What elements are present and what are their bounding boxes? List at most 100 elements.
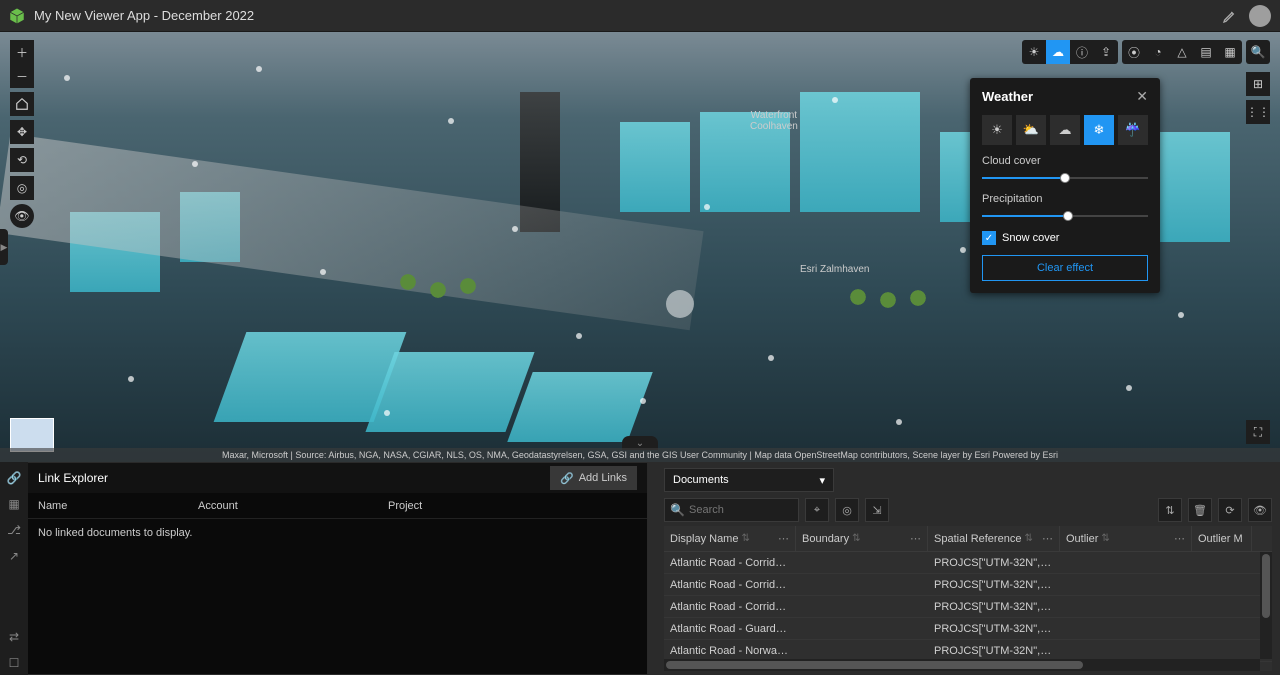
left-expand-handle[interactable]: ▶ bbox=[0, 229, 8, 265]
precipitation-label: Precipitation bbox=[982, 193, 1148, 205]
share-button[interactable]: ⇪ bbox=[1094, 40, 1118, 64]
rail-branch-icon[interactable]: ⎇ bbox=[2, 518, 26, 542]
filter-button[interactable]: ⇅ bbox=[1158, 498, 1182, 522]
col-menu-icon[interactable]: ⋯ bbox=[1042, 532, 1053, 545]
weather-snow-icon[interactable]: ❄ bbox=[1084, 115, 1114, 145]
checkbox-checked-icon: ✓ bbox=[982, 231, 996, 245]
documents-table: Display Name⇅⋯ Boundary⇅⋯ Spatial Refere… bbox=[664, 526, 1272, 671]
basemap-button[interactable]: ▦ bbox=[1218, 40, 1242, 64]
snow-cover-label: Snow cover bbox=[1002, 232, 1059, 244]
minimap[interactable] bbox=[10, 418, 54, 452]
rail-swap-icon[interactable]: ⇄ bbox=[2, 625, 26, 649]
settings-button[interactable]: ⋮⋮ bbox=[1246, 100, 1270, 124]
home-button[interactable] bbox=[10, 92, 34, 116]
search-button[interactable]: 🔍 bbox=[1246, 40, 1270, 64]
cloud-cover-label: Cloud cover bbox=[982, 155, 1148, 167]
top-toolbar: ☀ ☁ ⓘ ⇪ ⦿ ◔ △ ▤ ▦ 🔍 bbox=[1022, 40, 1270, 64]
delete-button[interactable]: 🗑 bbox=[1188, 498, 1212, 522]
fullscreen-button[interactable]: ⛶ bbox=[1246, 420, 1270, 444]
zoom-out-button[interactable]: － bbox=[10, 64, 34, 88]
precipitation-slider[interactable] bbox=[982, 209, 1148, 223]
zoom-in-button[interactable]: ＋ bbox=[10, 40, 34, 64]
link-explorer-columns: Name Account Project bbox=[28, 493, 647, 519]
search-wrap: 🔍 bbox=[664, 498, 799, 522]
map-label-waterfront: WaterfrontCoolhaven bbox=[750, 110, 798, 132]
table-row[interactable]: Atlantic Road - Guardrail.d... PROJCS["UT… bbox=[664, 618, 1272, 640]
clear-effect-button[interactable]: Clear effect bbox=[982, 255, 1148, 281]
left-toolbar: ＋ － ✥ ⟲ ◎ 👁 bbox=[10, 40, 34, 228]
cell-spatial-ref: PROJCS["UTM-32N",GEO... bbox=[928, 557, 1060, 569]
weather-title: Weather bbox=[982, 89, 1033, 104]
add-links-icon: 🔗 bbox=[560, 472, 574, 485]
left-rail: 🔗 ▦ ⎇ ↗ ⇄ ☐ bbox=[0, 462, 28, 675]
user-avatar[interactable] bbox=[1248, 4, 1272, 28]
col-project[interactable]: Project bbox=[388, 500, 637, 512]
close-icon[interactable]: ✕ bbox=[1136, 88, 1148, 105]
col-outlier[interactable]: Outlier⇅⋯ bbox=[1060, 526, 1192, 551]
tree-button[interactable]: ⇲ bbox=[865, 498, 889, 522]
edit-icon[interactable] bbox=[1218, 4, 1242, 28]
documents-panel: Documents ▾ 🔍 ⌖ ◎ ⇲ ⇅ 🗑 ⟳ 👁 Display Name… bbox=[656, 462, 1280, 675]
rail-box-icon[interactable]: ☐ bbox=[2, 651, 26, 675]
link-explorer-empty: No linked documents to display. bbox=[28, 519, 647, 547]
vertical-scrollbar[interactable] bbox=[1260, 552, 1272, 659]
link-explorer-panel: Link Explorer 🔗 Add Links Name Account P… bbox=[28, 462, 648, 675]
weather-type-selector: ☀ ⛅ ☁ ❄ ☔ bbox=[982, 115, 1148, 145]
refresh-button[interactable]: ⟳ bbox=[1218, 498, 1242, 522]
col-display-name[interactable]: Display Name⇅⋯ bbox=[664, 526, 796, 551]
weather-button[interactable]: ☁ bbox=[1046, 40, 1070, 64]
target-button[interactable]: ◎ bbox=[835, 498, 859, 522]
app-header: My New Viewer App - December 2022 bbox=[0, 0, 1280, 32]
col-menu-icon[interactable]: ⋯ bbox=[910, 532, 921, 545]
col-menu-icon[interactable]: ⋯ bbox=[778, 532, 789, 545]
cell-display-name: Atlantic Road - Guardrail.d... bbox=[664, 623, 796, 635]
cell-spatial-ref: PROJCS["UTM-32N",GEO... bbox=[928, 645, 1060, 657]
add-links-button[interactable]: 🔗 Add Links bbox=[550, 466, 637, 490]
layers-button[interactable]: ▤ bbox=[1194, 40, 1218, 64]
snow-cover-checkbox[interactable]: ✓ Snow cover bbox=[982, 231, 1148, 245]
cell-spatial-ref: PROJCS["UTM-32N",GEO... bbox=[928, 601, 1060, 613]
daylight-button[interactable]: ☀ bbox=[1022, 40, 1046, 64]
table-row[interactable]: Atlantic Road - Corridor S...PROJCS["UTM… bbox=[664, 574, 1272, 596]
cloud-cover-slider[interactable] bbox=[982, 171, 1148, 185]
col-outlier-m[interactable]: Outlier M bbox=[1192, 526, 1252, 551]
rotate-button[interactable]: ⟲ bbox=[10, 148, 34, 172]
cell-display-name: Atlantic Road - Corridor S... bbox=[664, 579, 796, 591]
rail-export-icon[interactable]: ↗ bbox=[2, 544, 26, 568]
map-attribution: Maxar, Microsoft | Source: Airbus, NGA, … bbox=[0, 448, 1280, 462]
col-spatial-ref[interactable]: Spatial Reference⇅⋯ bbox=[928, 526, 1060, 551]
weather-cloudy-icon[interactable]: ⛅ bbox=[1016, 115, 1046, 145]
table-row[interactable]: Atlantic Road - Corridor.dwgPROJCS["UTM-… bbox=[664, 596, 1272, 618]
documents-dropdown[interactable]: Documents ▾ bbox=[664, 468, 834, 492]
horizontal-scrollbar[interactable] bbox=[664, 659, 1260, 671]
search-icon: 🔍 bbox=[670, 503, 685, 517]
right-side-toolbar: ⊞ ⋮⋮ bbox=[1246, 72, 1270, 124]
weather-sunny-icon[interactable]: ☀ bbox=[982, 115, 1012, 145]
slice-button[interactable]: △ bbox=[1170, 40, 1194, 64]
info-button[interactable]: ⓘ bbox=[1070, 40, 1094, 64]
compass-button[interactable]: ◎ bbox=[10, 176, 34, 200]
view-button[interactable]: 👁 bbox=[10, 204, 34, 228]
apps-button[interactable]: ⊞ bbox=[1246, 72, 1270, 96]
measure-button[interactable]: ◔ bbox=[1146, 40, 1170, 64]
map-viewport[interactable]: WaterfrontCoolhaven Esri Zalmhaven ＋ － ✥… bbox=[0, 32, 1280, 462]
weather-overcast-icon[interactable]: ☁ bbox=[1050, 115, 1080, 145]
cell-spatial-ref: PROJCS["UTM-32N",GEO... bbox=[928, 623, 1060, 635]
app-logo-icon bbox=[8, 7, 26, 25]
locate-button[interactable]: ⌖ bbox=[805, 498, 829, 522]
col-account[interactable]: Account bbox=[198, 500, 388, 512]
globe-button[interactable]: ⦿ bbox=[1122, 40, 1146, 64]
rail-links-icon[interactable]: 🔗 bbox=[2, 466, 26, 490]
weather-panel: Weather ✕ ☀ ⛅ ☁ ❄ ☔ Cloud cover Precipit… bbox=[970, 78, 1160, 293]
weather-rain-icon[interactable]: ☔ bbox=[1118, 115, 1148, 145]
rail-table-icon[interactable]: ▦ bbox=[2, 492, 26, 516]
pan-button[interactable]: ✥ bbox=[10, 120, 34, 144]
visibility-button[interactable]: 👁 bbox=[1248, 498, 1272, 522]
col-menu-icon[interactable]: ⋯ bbox=[1174, 532, 1185, 545]
cell-display-name: Atlantic Road - Norway.dwg bbox=[664, 645, 796, 657]
col-name[interactable]: Name bbox=[38, 500, 198, 512]
table-row[interactable]: Atlantic Road - Corridor Al...PROJCS["UT… bbox=[664, 552, 1272, 574]
panel-divider[interactable] bbox=[648, 462, 656, 675]
bottom-panels: 🔗 ▦ ⎇ ↗ ⇄ ☐ Link Explorer 🔗 Add Links Na… bbox=[0, 462, 1280, 675]
col-boundary[interactable]: Boundary⇅⋯ bbox=[796, 526, 928, 551]
